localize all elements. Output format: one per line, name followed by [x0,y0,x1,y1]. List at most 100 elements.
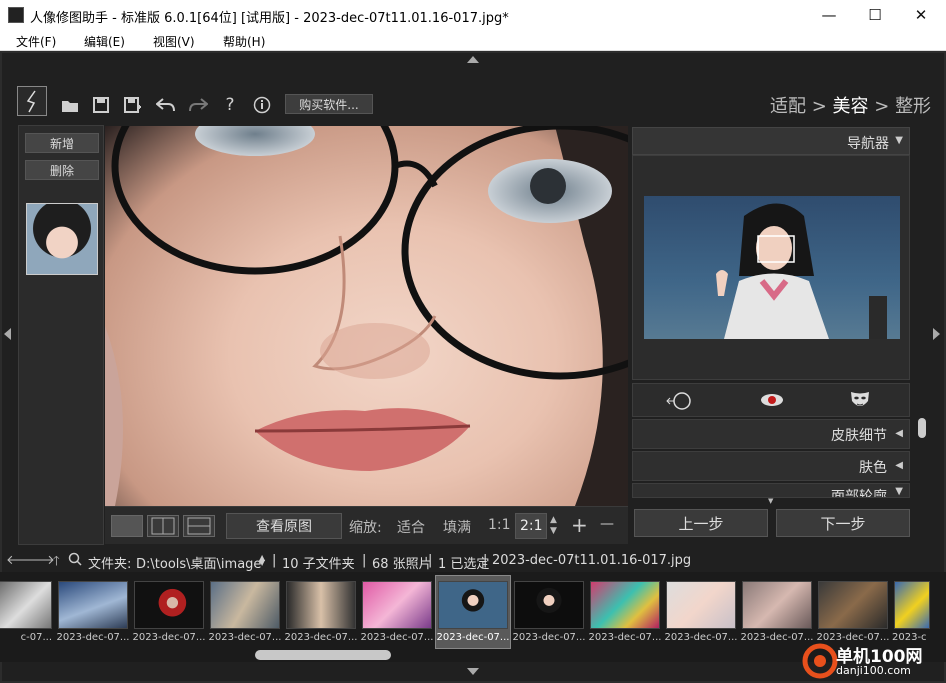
zoom-fill-button[interactable]: 填满 [443,517,471,537]
app-logo-icon [8,7,24,23]
filmstrip-scrollbar[interactable] [255,650,391,660]
film-label: 2023-dec-07... [664,632,738,643]
film-thumbnail-selected[interactable] [438,581,508,629]
collapse-top-arrow-icon[interactable] [467,56,479,63]
step-adapt[interactable]: 适配 [770,96,806,117]
film-thumbnail[interactable] [0,581,52,629]
film-label: 2023-dec-07... [284,632,358,643]
zoom-1to1-button[interactable]: 1:1 [488,517,511,533]
vertical-scrollbar[interactable] [918,418,926,438]
film-thumbnail[interactable] [362,581,432,629]
search-icon[interactable] [68,552,82,570]
subfolder-count: 10 子文件夹 [282,557,355,572]
collapse-right-arrow-icon[interactable] [933,328,940,340]
film-label: c-07... [20,632,52,643]
section-face-contour[interactable]: 面部轮廓 ▼ [632,483,910,498]
single-view-button[interactable] [111,515,143,537]
main-photo-canvas[interactable] [105,126,628,506]
menu-file[interactable]: 文件(F) [16,33,56,50]
delete-button[interactable]: 删除 [25,160,99,180]
watermark: 单机100网 danji100.com [800,640,946,683]
film-thumbnail[interactable] [134,581,204,629]
section-skin-tone[interactable]: 肤色 ◀ [632,451,910,481]
collapse-left-arrow-icon[interactable] [4,328,11,340]
forward-arrow-icon[interactable]: 🡒 [20,552,55,568]
film-thumbnail[interactable] [590,581,660,629]
menu-edit[interactable]: 编辑(E) [84,33,125,50]
reset-point-icon[interactable] [665,390,695,416]
redo-icon[interactable] [187,95,209,115]
split-vertical-view-button[interactable] [147,515,179,537]
film-thumbnail[interactable] [666,581,736,629]
save-as-icon[interactable] [122,95,144,115]
film-thumbnail[interactable] [58,581,128,629]
step-beauty[interactable]: 美容 [833,96,869,117]
zoom-ratio-box[interactable]: 2:1 [515,513,547,539]
photo-list-panel [18,125,104,545]
minimize-button[interactable]: — [806,0,852,30]
zoom-ratio-value: 2:1 [520,518,543,534]
watermark-url: danji100.com [836,664,911,677]
film-thumbnail[interactable] [514,581,584,629]
maximize-button[interactable]: ☐ [852,0,898,30]
up-arrow-icon[interactable]: 🡑 [53,552,60,574]
section-title: 肤色 [859,460,887,476]
face-thumbnail[interactable] [26,203,98,275]
prev-step-button[interactable]: 上一步 [634,509,768,537]
zoom-out-button[interactable]: — [600,516,614,532]
navigator-header[interactable]: 导航器 ▼ [632,127,910,155]
close-button[interactable]: ✕ [898,0,944,30]
buy-software-button[interactable]: 购买软件... [285,94,373,114]
watermark-logo-icon [802,643,838,679]
scroll-more-icon: ▼ [768,497,774,505]
mask-icon[interactable] [849,389,871,415]
film-label: 2023-dec-07... [56,632,130,643]
film-label: 2023-dec-07... [512,632,586,643]
red-eye-icon[interactable] [759,392,785,412]
step-separator: > [868,96,896,117]
next-step-button[interactable]: 下一步 [776,509,910,537]
tool-row [632,383,910,417]
navigator-preview[interactable] [644,196,900,339]
step-reshape[interactable]: 整形 [895,96,931,117]
info-icon[interactable] [251,95,273,115]
undo-icon[interactable] [155,95,177,115]
folder-dropdown-icon[interactable]: ▲ ▼ [259,554,265,567]
navigator-title: 导航器 [847,136,889,152]
film-thumbnail[interactable] [894,581,930,629]
chevron-down-icon: ▼ [895,135,903,146]
chevron-left-icon: ◀ [895,428,903,439]
zoom-fit-button[interactable]: 适合 [397,517,425,537]
save-icon[interactable] [90,95,112,115]
film-thumbnail[interactable] [818,581,888,629]
separator: | [362,553,367,568]
path-bar: 🡐 🡒 🡑 文件夹: D:\tools\桌面\image ▲ ▼ | 10 子文件… [0,550,946,572]
menu-view[interactable]: 视图(V) [153,33,195,50]
zoom-in-button[interactable]: + [571,513,588,537]
zoom-stepper-icon[interactable]: ▲ ▼ [550,515,557,537]
separator: | [483,553,488,568]
chevron-left-icon: ◀ [895,460,903,471]
show-original-button[interactable]: 查看原图 [226,513,342,539]
add-button[interactable]: 新增 [25,133,99,153]
film-thumbnail[interactable] [742,581,812,629]
selected-count: 1 已选定 [438,557,490,572]
section-skin-detail[interactable]: 皮肤细节 ◀ [632,419,910,449]
folder-path[interactable]: D:\tools\桌面\image [136,553,261,572]
film-label: 2023-dec-07... [132,632,206,643]
app-logo-icon [17,86,47,116]
window-title: 人像修图助手 - 标准版 6.0.1[64位] [试用版] - 2023-dec… [30,11,509,26]
section-title: 面部轮廓 [831,489,887,498]
chevron-down-icon: ▼ [895,486,903,497]
film-label: 2023-dec-07... [436,632,510,643]
film-label: 2023-dec-07... [360,632,434,643]
film-thumbnail[interactable] [286,581,356,629]
film-label: 2023-dec-07... [208,632,282,643]
help-icon[interactable]: ? [219,95,241,115]
open-folder-icon[interactable] [59,95,81,115]
menu-help[interactable]: 帮助(H) [223,33,265,50]
split-horizontal-view-button[interactable] [183,515,215,537]
step-separator: > [806,96,833,117]
film-thumbnail[interactable] [210,581,280,629]
collapse-bottom-arrow-icon[interactable] [467,668,479,675]
